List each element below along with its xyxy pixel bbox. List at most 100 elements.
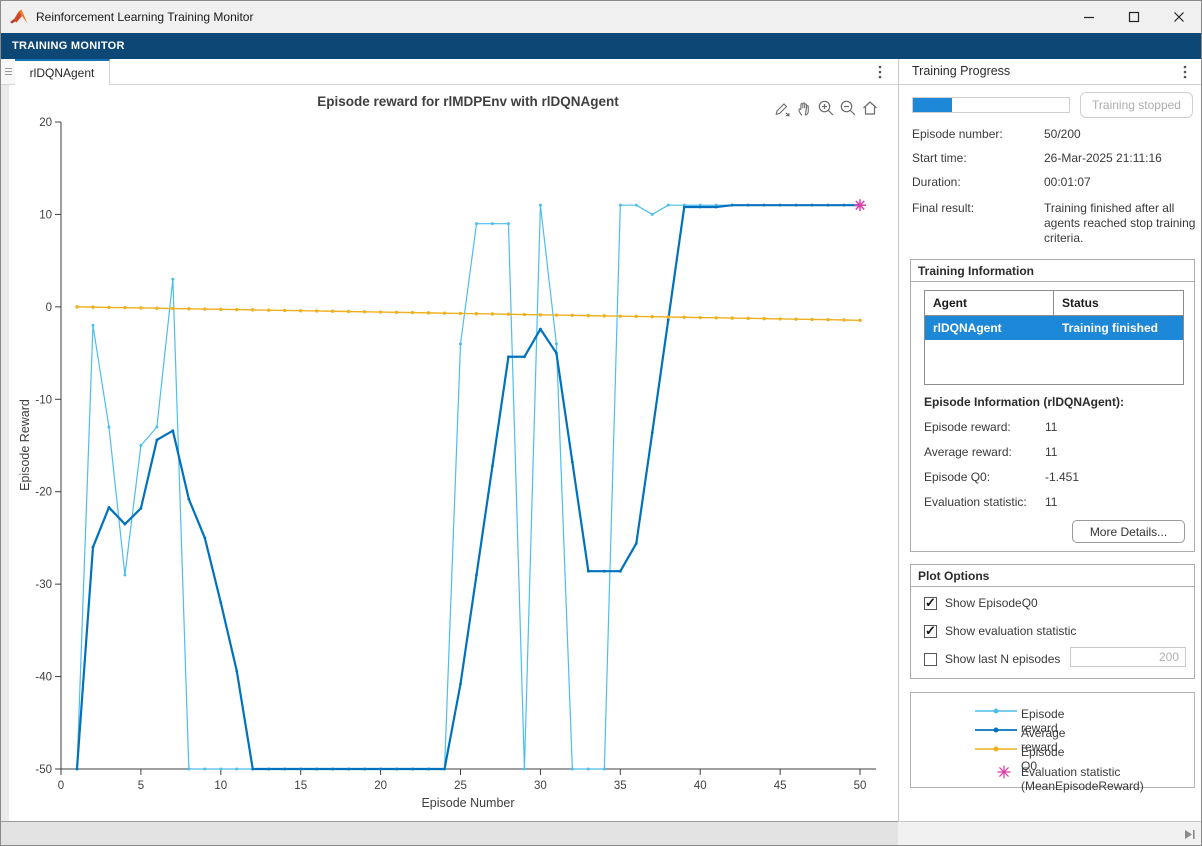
episode-number-label: Episode number: <box>912 127 1003 141</box>
toolstrip: TRAINING MONITOR <box>1 33 1201 59</box>
plot-options-section: Plot Options Show EpisodeQ0 Show evaluat… <box>910 564 1195 679</box>
show-last-n-episodes-checkbox[interactable] <box>924 653 937 666</box>
plot-options-title: Plot Options <box>911 565 1194 587</box>
agent-status-table: Agent Status rlDQNAgent Training finishe… <box>924 290 1184 385</box>
panel-title: Training Progress <box>912 64 1010 78</box>
show-episodeq0-checkbox[interactable] <box>924 597 937 610</box>
start-time-row: Start time: 26-Mar-2025 21:11:16 <box>912 151 967 167</box>
svg-text:30: 30 <box>534 780 547 792</box>
average-reward-label: Average reward: <box>924 445 1012 459</box>
episode-reward-chart[interactable]: Episode reward for rlMDPEnv with rlDQNAg… <box>9 85 898 821</box>
svg-text:0: 0 <box>46 302 52 314</box>
training-stopped-button[interactable]: Training stopped <box>1080 92 1193 118</box>
panel-overflow-menu[interactable] <box>1177 63 1193 81</box>
svg-text:-30: -30 <box>35 579 52 591</box>
tab-grip-handle[interactable] <box>1 59 16 84</box>
svg-text:-50: -50 <box>35 764 52 776</box>
svg-text:5: 5 <box>138 780 144 792</box>
episode-q0-label: Episode Q0: <box>924 470 990 484</box>
start-time-label: Start time: <box>912 151 967 165</box>
last-n-episodes-input[interactable] <box>1070 647 1186 667</box>
svg-text:20: 20 <box>374 780 387 792</box>
home-icon[interactable] <box>860 98 879 117</box>
training-progress-bar <box>912 97 1070 113</box>
document-tabbar: rlDQNAgent <box>1 59 898 85</box>
episode-information-title: Episode Information (rlDQNAgent): <box>924 395 1124 409</box>
column-header-agent[interactable]: Agent <box>925 291 1054 315</box>
svg-text:20: 20 <box>39 117 52 129</box>
table-header-row: Agent Status <box>925 291 1183 316</box>
export-icon[interactable] <box>772 98 791 117</box>
episode-reward-row: Episode reward: 11 <box>924 420 1011 436</box>
chart-title: Episode reward for rlMDPEnv with rlDQNAg… <box>317 94 619 109</box>
evaluation-statistic-asterisk-icon <box>996 764 1012 780</box>
document-tab-label: rlDQNAgent <box>30 66 95 80</box>
chart-document: Episode reward for rlMDPEnv with rlDQNAg… <box>9 85 898 821</box>
show-last-n-episodes-label: Show last N episodes <box>945 652 1060 666</box>
y-axis-label: Episode Reward <box>18 399 32 491</box>
svg-text:15: 15 <box>294 780 307 792</box>
svg-text:-20: -20 <box>35 487 52 499</box>
show-last-n-episodes-option: Show last N episodes <box>924 650 1060 668</box>
episode-q0-value: -1.451 <box>1045 470 1079 484</box>
training-progress-fill <box>913 98 952 112</box>
evaluation-statistic-label: Evaluation statistic: <box>924 495 1027 509</box>
plot-toolbar <box>772 98 879 117</box>
episode-reward-label: Episode reward: <box>924 420 1011 434</box>
minimize-icon <box>1082 10 1096 24</box>
final-result-value: Training finished after all agents reach… <box>1044 201 1196 246</box>
matlab-logo-icon <box>10 9 28 25</box>
training-progress-panel: Training Progress Training stopped Episo… <box>898 59 1202 821</box>
svg-text:25: 25 <box>454 780 467 792</box>
show-evaluation-statistic-option: Show evaluation statistic <box>924 622 1076 640</box>
duration-row: Duration: 00:01:07 <box>912 175 961 191</box>
average-reward-swatch-icon <box>975 726 1017 734</box>
close-button[interactable] <box>1156 1 1201 33</box>
window-title: Reinforcement Learning Training Monitor <box>36 10 253 24</box>
horizontal-scrollbar[interactable] <box>1 821 898 846</box>
overflow-menu-icon <box>878 65 882 79</box>
training-information-title: Training Information <box>911 260 1194 282</box>
final-result-label: Final result: <box>912 201 974 215</box>
minimize-button[interactable] <box>1066 1 1111 33</box>
zoom-out-icon[interactable] <box>838 98 857 117</box>
document-tab-rldqnagent[interactable]: rlDQNAgent <box>15 59 110 85</box>
episode-number-row: Episode number: 50/200 <box>912 127 1003 143</box>
zoom-in-icon[interactable] <box>816 98 835 117</box>
evaluation-statistic-row: Evaluation statistic: 11 <box>924 495 1027 511</box>
maximize-button[interactable] <box>1111 1 1156 33</box>
close-icon <box>1172 10 1186 24</box>
episode-number-value: 50/200 <box>1044 127 1196 141</box>
episode-q0-row: Episode Q0: -1.451 <box>924 470 990 486</box>
overflow-menu-icon <box>1183 65 1187 79</box>
pan-hand-icon[interactable] <box>794 98 813 117</box>
toolstrip-tab-training-monitor[interactable]: TRAINING MONITOR <box>1 40 125 52</box>
svg-text:0: 0 <box>58 780 64 792</box>
svg-text:50: 50 <box>854 780 867 792</box>
show-evaluation-statistic-label: Show evaluation statistic <box>945 624 1076 638</box>
svg-text:10: 10 <box>214 780 227 792</box>
svg-text:-40: -40 <box>35 672 52 684</box>
duration-value: 00:01:07 <box>1044 175 1196 189</box>
show-evaluation-statistic-checkbox[interactable] <box>924 625 937 638</box>
more-details-button[interactable]: More Details... <box>1072 520 1185 543</box>
collapse-panel-icon[interactable] <box>1184 828 1196 841</box>
episode-reward-value: 11 <box>1045 420 1057 434</box>
chart-legend: Episode reward Average reward Episode Q0… <box>910 692 1195 788</box>
start-time-value: 26-Mar-2025 21:11:16 <box>1044 151 1196 165</box>
column-header-status[interactable]: Status <box>1054 291 1183 315</box>
average-reward-value: 11 <box>1045 445 1057 459</box>
average-reward-row: Average reward: 11 <box>924 445 1012 461</box>
training-information-section: Training Information Agent Status rlDQNA… <box>910 259 1195 552</box>
legend-label: Evaluation statistic(MeanEpisodeReward) <box>1021 765 1144 793</box>
panel-bottom-strip <box>898 821 1202 846</box>
show-episodeq0-option: Show EpisodeQ0 <box>924 594 1038 612</box>
maximize-icon <box>1127 10 1141 24</box>
svg-text:45: 45 <box>774 780 787 792</box>
table-row[interactable]: rlDQNAgent Training finished <box>925 316 1183 340</box>
svg-text:35: 35 <box>614 780 627 792</box>
grip-icon <box>5 68 12 75</box>
tabbar-overflow-menu[interactable] <box>872 63 888 81</box>
evaluation-statistic-value: 11 <box>1045 495 1057 509</box>
episode-reward-swatch-icon <box>975 707 1017 715</box>
